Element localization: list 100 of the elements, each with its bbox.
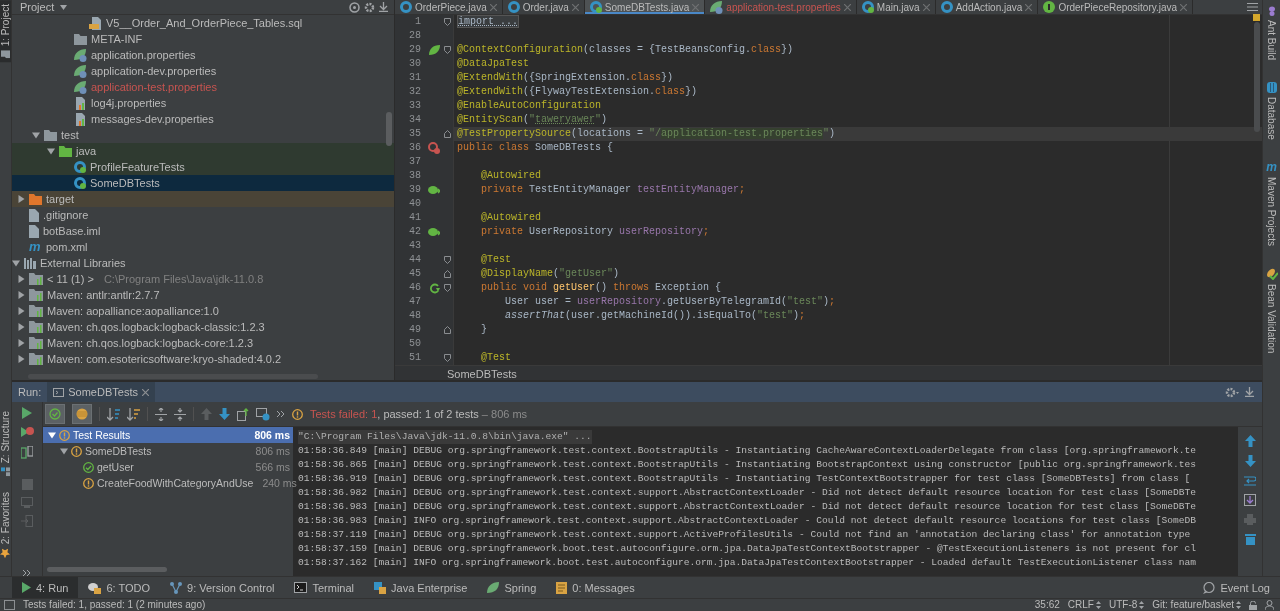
scrollbar-thumb[interactable] <box>28 374 318 379</box>
editor-tab[interactable]: Main.java <box>856 0 936 14</box>
scrollbar-thumb[interactable] <box>386 112 392 146</box>
close-icon[interactable] <box>1025 3 1033 11</box>
rerun-failed-icon[interactable] <box>20 426 34 439</box>
caret-icon[interactable] <box>48 431 56 439</box>
line-separator[interactable]: CRLF <box>1067 599 1094 611</box>
run-icon[interactable] <box>428 282 440 294</box>
updown-icon[interactable] <box>1139 601 1145 609</box>
down-arrow-icon[interactable] <box>1244 455 1256 467</box>
panel-title[interactable]: Project <box>18 1 57 13</box>
tree-item[interactable]: messages-dev.properties <box>12 111 394 127</box>
tool-window-button[interactable]: Z: Structure <box>0 406 11 480</box>
tree-item[interactable]: Maven: aopalliance:aopalliance:1.0 <box>12 303 394 319</box>
scroll-to-end-icon[interactable] <box>1244 494 1256 506</box>
tree-item[interactable]: Maven: com.esotericsoftware:kryo-shaded:4.0.2 <box>12 351 394 367</box>
breadcrumb[interactable]: SomeDBTests <box>447 367 517 380</box>
tree-item[interactable]: java <box>12 143 394 159</box>
result-tree-item[interactable]: Test Results 806 ms <box>43 427 293 443</box>
run-icon[interactable] <box>22 407 32 419</box>
target-icon[interactable] <box>349 1 360 13</box>
tool-window-button[interactable]: Database <box>1263 78 1280 144</box>
updown-icon[interactable] <box>1095 601 1101 609</box>
close-icon[interactable] <box>489 3 497 11</box>
history-icon[interactable] <box>256 407 270 421</box>
tree-item[interactable]: META-INF <box>12 31 394 47</box>
tree-item[interactable]: application.properties <box>12 47 394 63</box>
bean-icon[interactable] <box>428 184 440 196</box>
collapse-all-icon[interactable] <box>174 407 186 421</box>
tree-item[interactable]: application-dev.properties <box>12 63 394 79</box>
wrap-icon[interactable] <box>1244 475 1256 486</box>
sort-icon[interactable] <box>107 407 120 421</box>
hide-icon[interactable] <box>379 2 388 12</box>
down-arrow-icon[interactable] <box>219 408 230 420</box>
caret-icon[interactable] <box>17 275 25 283</box>
toggle-button[interactable] <box>45 404 65 424</box>
tab-list-icon[interactable] <box>1247 3 1258 11</box>
settings-icon[interactable] <box>364 1 375 13</box>
tree-item[interactable]: ProfileFeatureTests <box>12 159 394 175</box>
caret-icon[interactable] <box>17 323 25 331</box>
tree-item[interactable]: External Libraries <box>12 255 394 271</box>
tree-item[interactable]: < 11 (1) > C:\Program Files\Java\jdk-11.0.8 <box>12 271 394 287</box>
tree-item[interactable]: V5__Order_And_OrderPiece_Tables.sql <box>12 15 394 31</box>
editor-tab[interactable]: OrderPieceRepository.java <box>1038 0 1194 14</box>
close-icon[interactable] <box>141 388 149 396</box>
caret-icon[interactable] <box>17 307 25 315</box>
tree-item[interactable]: botBase.iml <box>12 223 394 239</box>
caret-icon[interactable] <box>47 147 55 155</box>
settings-icon[interactable] <box>1225 386 1239 398</box>
tree-item[interactable]: .gitignore <box>12 207 394 223</box>
close-icon[interactable] <box>571 3 579 11</box>
warning-marker[interactable] <box>1253 14 1260 21</box>
trash-icon[interactable] <box>1244 533 1256 545</box>
close-icon[interactable] <box>1180 3 1188 11</box>
git-branch[interactable]: Git: feature/basket <box>1152 599 1234 611</box>
tool-window-button[interactable]: Ant Build <box>1263 2 1280 65</box>
lock-icon[interactable] <box>1249 600 1257 610</box>
fold-icon[interactable] <box>444 130 451 138</box>
caret-icon[interactable] <box>17 355 25 363</box>
run-tab[interactable]: SomeDBTests <box>47 382 155 402</box>
caret-icon[interactable] <box>32 131 40 139</box>
file-encoding[interactable]: UTF-8 <box>1108 599 1138 611</box>
fold-icon[interactable] <box>444 46 451 54</box>
caret-icon[interactable] <box>12 259 20 267</box>
toggle-button[interactable] <box>72 404 92 424</box>
expand-all-icon[interactable] <box>155 407 167 421</box>
event-log-button[interactable]: Event Log <box>1193 577 1280 598</box>
tool-window-tab[interactable]: Spring <box>477 577 547 598</box>
close-icon[interactable] <box>843 3 851 11</box>
close-icon[interactable] <box>922 3 930 11</box>
tree-item[interactable]: target <box>12 191 394 207</box>
caret-icon[interactable] <box>17 291 25 299</box>
tree-item[interactable]: SomeDBTests <box>12 175 394 191</box>
fold-icon[interactable] <box>444 18 451 26</box>
tool-window-tab[interactable]: Terminal <box>284 577 365 598</box>
toggle-auto-test-icon[interactable] <box>21 446 33 459</box>
tool-window-tab[interactable]: 0: Messages <box>546 577 645 598</box>
result-tree-item[interactable]: SomeDBTests 806 ms <box>43 443 293 459</box>
editor-tab[interactable]: OrderPiece.java <box>395 0 503 14</box>
scrollbar-thumb[interactable] <box>1254 22 1260 132</box>
tool-window-tab[interactable]: Java Enterprise <box>364 577 478 598</box>
tree-item[interactable]: m pom.xml <box>12 239 394 255</box>
editor-tab[interactable]: SomeDBTests.java <box>584 0 706 14</box>
scrollbar-thumb[interactable] <box>47 567 167 572</box>
tree-item[interactable]: Maven: antlr:antlr:2.7.7 <box>12 287 394 303</box>
figure-icon[interactable] <box>1265 600 1274 610</box>
tool-window-button[interactable]: 2: Favorites <box>0 487 11 562</box>
run-error-icon[interactable] <box>428 142 440 154</box>
tool-window-button[interactable]: 1: Project <box>0 0 11 63</box>
tool-window-tab[interactable]: 4: Run <box>12 577 79 598</box>
up-arrow-icon[interactable] <box>1244 435 1256 447</box>
export-icon[interactable] <box>237 407 249 421</box>
caret-icon[interactable] <box>60 4 68 10</box>
updown-icon[interactable] <box>1236 601 1241 609</box>
tool-window-tab[interactable]: 9: Version Control <box>160 577 285 598</box>
tool-window-button[interactable]: Bean Validation <box>1263 263 1280 358</box>
tree-item[interactable]: log4j.properties <box>12 95 394 111</box>
caret-icon[interactable] <box>17 339 25 347</box>
caret-icon[interactable] <box>60 447 68 455</box>
tree-item[interactable]: Maven: ch.qos.logback:logback-core:1.2.3 <box>12 335 394 351</box>
